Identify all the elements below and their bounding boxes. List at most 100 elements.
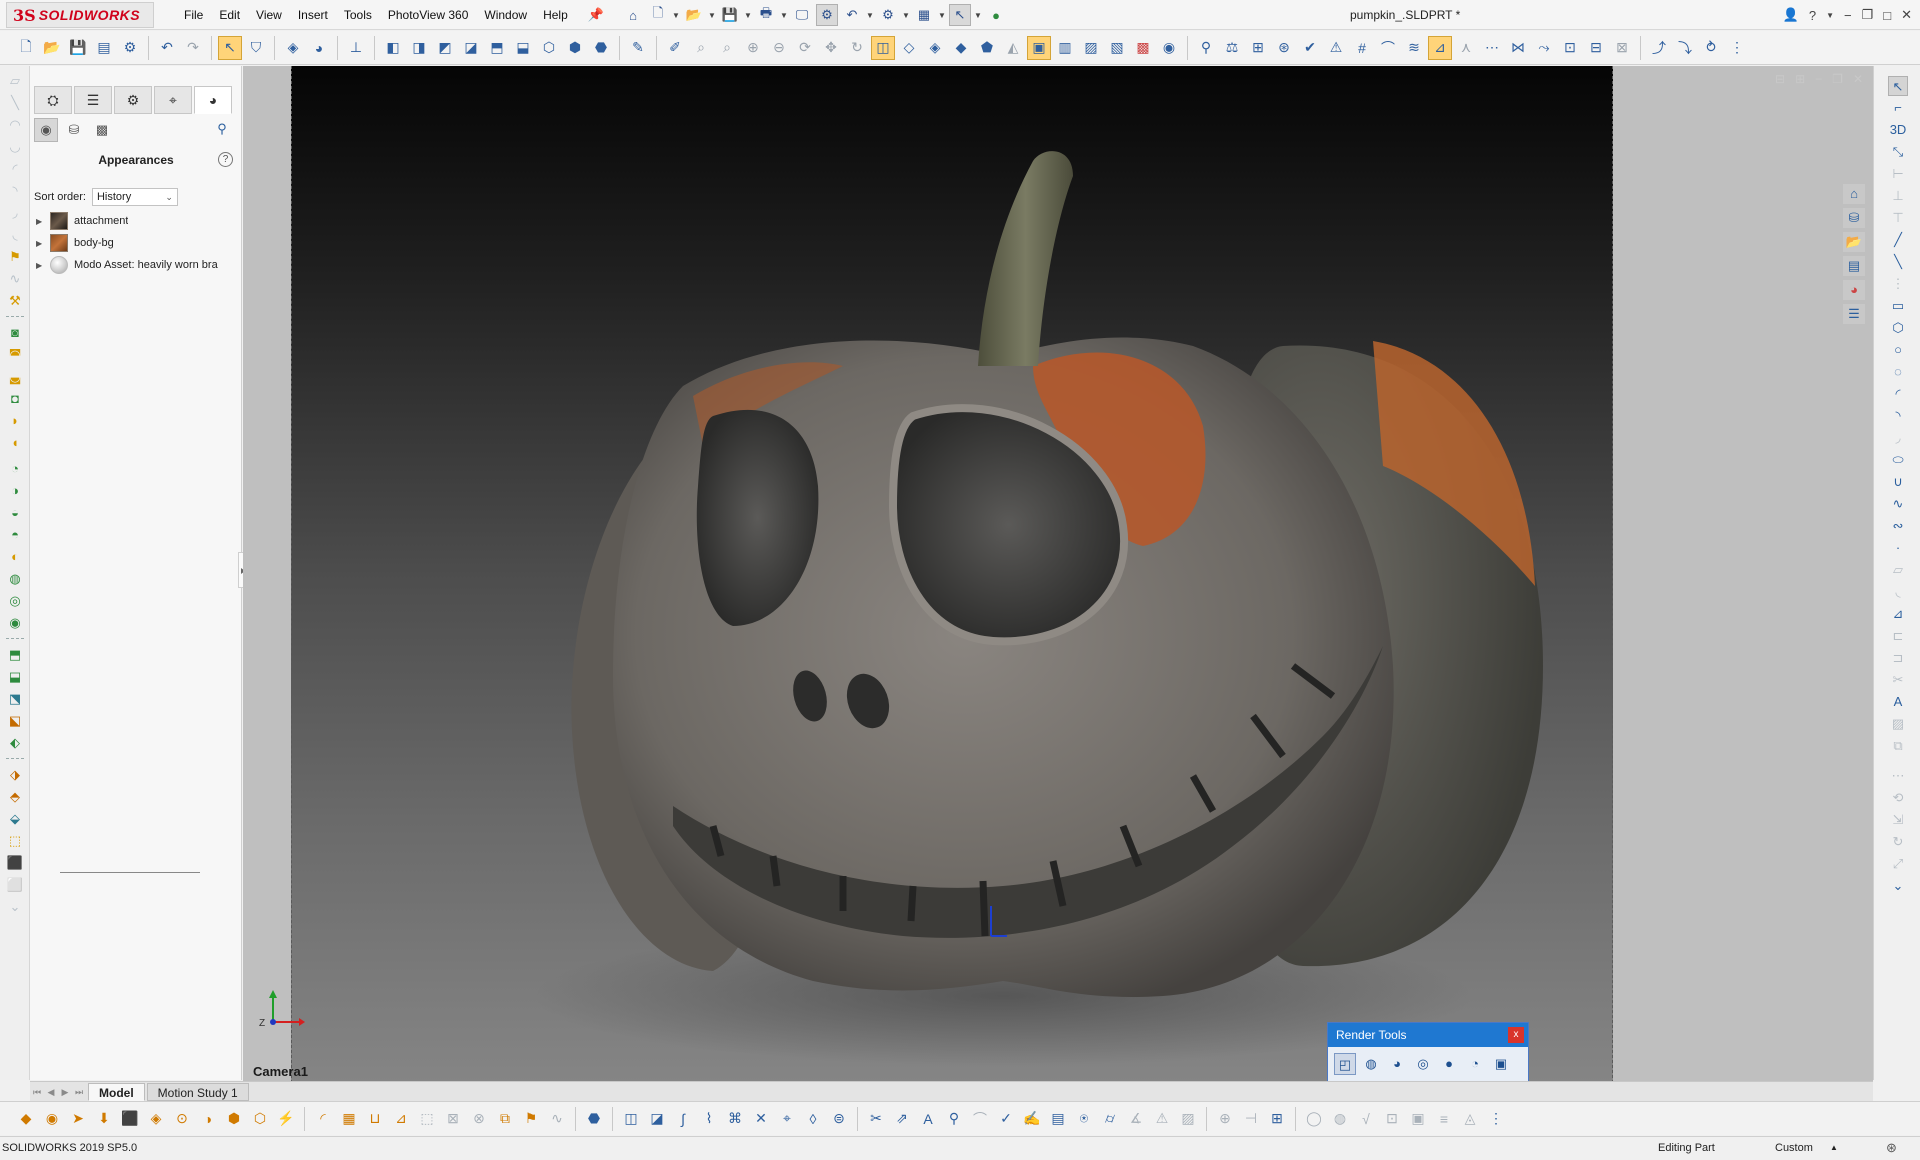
viewport-restore-icon[interactable]: ❐ xyxy=(1832,72,1843,86)
section-view-icon[interactable]: ◫ xyxy=(871,35,895,60)
front-view-icon[interactable]: ◧ xyxy=(381,36,405,60)
hidden-lines-visible-icon[interactable]: ◈ xyxy=(923,36,947,60)
move-entities-icon[interactable]: ⇲ xyxy=(1888,810,1908,830)
ellipse-icon[interactable]: ⬭ xyxy=(1888,450,1908,470)
select-arrow-icon[interactable]: ↖ xyxy=(1888,76,1908,96)
viewport-minimize-icon[interactable]: − xyxy=(1815,72,1822,86)
auto-balloon-icon[interactable]: ◍ xyxy=(1328,1107,1352,1131)
design-library-icon[interactable]: ⛁ xyxy=(1843,208,1865,228)
new-dropdown-icon[interactable]: ▼ xyxy=(672,11,680,20)
undo-icon[interactable]: ↶ xyxy=(155,36,179,60)
centerline-icon[interactable]: ╲ xyxy=(1888,252,1908,272)
units-selector[interactable]: Custom xyxy=(1775,1137,1813,1159)
surface-extrude-icon[interactable]: ◙ xyxy=(6,324,24,342)
shaded-with-edges-icon[interactable]: ▣ xyxy=(1027,35,1051,60)
realview-icon[interactable]: ▩ xyxy=(1131,36,1155,60)
zoom-in-icon[interactable]: ⊕ xyxy=(741,36,765,60)
smart-dimension-icon[interactable]: ✐ xyxy=(663,36,687,60)
graphics-area[interactable]: ⊟ ⊞ − ❐ ✕ ⌂ ⛁ 📂 ▤ ◕ ☰ Z Camera1 xyxy=(243,66,1873,1083)
swept-surface-icon[interactable]: ∫ xyxy=(671,1107,695,1131)
cartoon-icon[interactable]: ▧ xyxy=(1105,36,1129,60)
menu-insert[interactable]: Insert xyxy=(290,0,336,30)
sketch-fillet-icon[interactable]: ◟ xyxy=(1888,582,1908,602)
menu-file[interactable]: File xyxy=(176,0,211,30)
linear-pattern-icon[interactable]: ▦ xyxy=(337,1107,361,1131)
scene-icon[interactable]: ⛁ xyxy=(62,118,86,142)
rotate-icon[interactable]: ⟳ xyxy=(793,36,817,60)
options-dropdown-icon[interactable]: ▼ xyxy=(902,11,910,20)
help-icon[interactable]: ? xyxy=(218,152,233,167)
filled-surface-icon[interactable]: ◖ xyxy=(6,434,24,452)
list-item[interactable]: ▶ attachment xyxy=(36,210,240,232)
delete-hole-icon[interactable]: ⬔ xyxy=(6,690,24,708)
maximize-icon[interactable]: □ xyxy=(1883,8,1891,23)
print-dropdown-icon[interactable]: ▼ xyxy=(780,11,788,20)
hatch-icon[interactable]: ▨ xyxy=(1176,1107,1200,1131)
surface-loft-icon[interactable]: ◘ xyxy=(6,390,24,408)
curves-icon[interactable]: ∿ xyxy=(545,1107,569,1131)
shell-icon[interactable]: ◞ xyxy=(6,204,24,222)
fit-icon[interactable]: ▦ xyxy=(913,4,935,26)
geometric-tolerance-icon[interactable]: ⊡ xyxy=(1380,1107,1404,1131)
custom-properties-icon[interactable]: ☰ xyxy=(1843,304,1865,324)
select-dropdown-icon[interactable]: ▼ xyxy=(974,11,982,20)
back-view-icon[interactable]: ◨ xyxy=(407,36,431,60)
traffic-light-icon[interactable]: ● xyxy=(985,4,1007,26)
check-mark-icon[interactable]: ✓ xyxy=(994,1107,1018,1131)
fit-dropdown-icon[interactable]: ▼ xyxy=(938,11,946,20)
integrated-preview-icon[interactable]: ◍ xyxy=(1360,1053,1382,1075)
signature-icon[interactable]: ✍ xyxy=(1020,1107,1044,1131)
file-explorer-icon[interactable]: 📂 xyxy=(1843,232,1865,252)
split-line-icon[interactable]: ⬘ xyxy=(6,788,24,806)
menu-help[interactable]: Help xyxy=(535,0,576,30)
extruded-cut-icon[interactable]: ◈ xyxy=(144,1107,168,1131)
curvature-icon[interactable]: ⌒ xyxy=(1376,36,1400,60)
draft-icon[interactable]: ◟ xyxy=(6,226,24,244)
circular-pattern-icon[interactable]: ⟲ xyxy=(1888,788,1908,808)
section-properties-icon[interactable]: ⊞ xyxy=(1246,36,1270,60)
draft-quality-icon[interactable]: ◭ xyxy=(1001,36,1025,60)
instant3d-icon[interactable]: ⚒ xyxy=(6,292,24,310)
fillet-icon[interactable]: ◜ xyxy=(311,1107,335,1131)
expand-arrow-icon[interactable]: ▶ xyxy=(36,217,48,226)
tooling-split-icon[interactable]: ⬛ xyxy=(6,854,24,872)
swept-cut-icon[interactable]: ⬢ xyxy=(222,1107,246,1131)
cut-with-surface-icon[interactable]: ⬖ xyxy=(6,734,24,752)
menu-photoview[interactable]: PhotoView 360 xyxy=(380,0,477,30)
display-mode-icon[interactable]: ▥ xyxy=(1053,36,1077,60)
more-bottom-icon[interactable]: ⋮ xyxy=(1484,1107,1508,1131)
split-view-icon[interactable]: ⊟ xyxy=(1775,72,1785,86)
rectangle-icon[interactable]: ▭ xyxy=(1888,296,1908,316)
draft-icon[interactable]: ⊿ xyxy=(389,1107,413,1131)
extruded-surface-icon[interactable]: ◫ xyxy=(619,1107,643,1131)
tab-model[interactable]: Model xyxy=(88,1082,145,1101)
dimetric-view-icon[interactable]: ⬣ xyxy=(589,36,613,60)
left-view-icon[interactable]: ◩ xyxy=(433,36,457,60)
zoom-area-icon[interactable]: ⌕ xyxy=(715,36,739,60)
reference-geometry-icon[interactable]: ⚑ xyxy=(519,1107,543,1131)
first-tab-icon[interactable]: ⏮ xyxy=(30,1085,44,1099)
normal-to-icon[interactable]: ⊥ xyxy=(344,36,368,60)
shell-icon[interactable]: ⬚ xyxy=(415,1107,439,1131)
tangent-arc-icon[interactable]: ◝ xyxy=(1888,406,1908,426)
mid-surface-icon[interactable]: ⬕ xyxy=(6,712,24,730)
wrap-icon[interactable]: ⊠ xyxy=(441,1107,465,1131)
instant3d-icon[interactable]: ⬣ xyxy=(582,1107,606,1131)
zoom-icon[interactable]: ⚲ xyxy=(942,1107,966,1131)
perimeter-circle-icon[interactable]: ◌ xyxy=(1888,362,1908,382)
trimetric-view-icon[interactable]: ⬢ xyxy=(563,36,587,60)
extruded-boss-icon[interactable]: ◆ xyxy=(14,1107,38,1131)
mirror-icon[interactable]: ⧉ xyxy=(1888,736,1908,756)
options-icon[interactable]: ⚙ xyxy=(877,4,899,26)
screen-capture-icon[interactable]: 🖵 xyxy=(791,4,813,26)
thicken-icon[interactable]: ◉ xyxy=(6,614,24,632)
home-icon[interactable]: ⌂ xyxy=(622,4,644,26)
horizontal-dim-icon[interactable]: ⊢ xyxy=(1888,164,1908,184)
pan-icon[interactable]: ✥ xyxy=(819,36,843,60)
close-icon[interactable]: ✕ xyxy=(1901,7,1912,23)
intersect-icon[interactable]: ⊗ xyxy=(467,1107,491,1131)
expand-arrow-icon[interactable]: ▶ xyxy=(36,261,48,270)
ruled-surface-icon[interactable]: ◊ xyxy=(801,1107,825,1131)
offset-surface-icon[interactable]: ◔ xyxy=(6,460,24,478)
display-manager-tab-icon[interactable]: ◕ xyxy=(194,86,232,114)
